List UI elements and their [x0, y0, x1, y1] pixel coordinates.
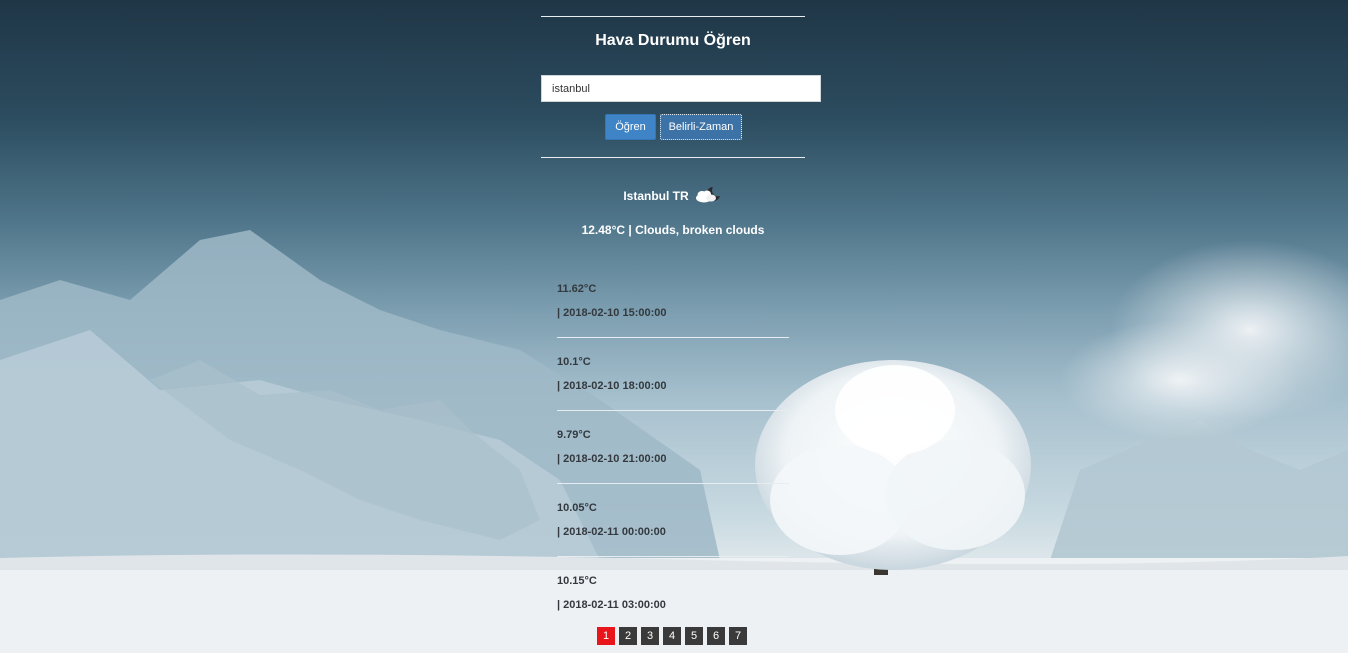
forecast-temp: 9.79°C: [557, 429, 591, 441]
current-summary: 12.48°C | Clouds, broken clouds: [581, 223, 765, 237]
forecast-item: 11.62°C | 2018-02-10 15:00:00: [557, 283, 789, 356]
forecast-time: | 2018-02-10 18:00:00: [557, 380, 667, 392]
forecast-divider: [557, 410, 789, 411]
forecast-time: | 2018-02-11 00:00:00: [557, 526, 666, 538]
forecast-time: | 2018-02-10 15:00:00: [557, 307, 667, 319]
forecast-divider: [557, 483, 789, 484]
current-city: Istanbul TR: [541, 184, 805, 207]
page-1-button[interactable]: 1: [597, 627, 615, 645]
middle-divider: [541, 157, 805, 158]
forecast-time: | 2018-02-11 03:00:00: [557, 599, 666, 611]
page-title: Hava Durumu Öğren: [595, 32, 751, 49]
page-3-button[interactable]: 3: [641, 627, 659, 645]
forecast-divider: [557, 556, 789, 557]
forecast-temp: 10.15°C: [557, 575, 597, 587]
page-5-button[interactable]: 5: [685, 627, 703, 645]
pagination: 1 2 3 4 5 6 7: [597, 627, 747, 645]
forecast-temp: 11.62°C: [557, 283, 597, 295]
top-divider: [541, 16, 805, 17]
forecast-divider: [557, 337, 789, 338]
specific-time-button[interactable]: Belirli-Zaman: [660, 114, 742, 140]
city-search-field[interactable]: [541, 75, 821, 102]
city-search-input[interactable]: [542, 76, 812, 101]
forecast-item: 10.05°C | 2018-02-11 00:00:00: [557, 502, 789, 575]
page-2-button[interactable]: 2: [619, 627, 637, 645]
forecast-time: | 2018-02-10 21:00:00: [557, 453, 667, 465]
forecast-item: 9.79°C | 2018-02-10 21:00:00: [557, 429, 789, 502]
cloud-moon-icon: [693, 184, 723, 207]
learn-button[interactable]: Öğren: [605, 114, 656, 140]
weather-panel: Hava Durumu Öğren Öğren Belirli-Zaman Is…: [541, 0, 821, 653]
page-7-button[interactable]: 7: [729, 627, 747, 645]
forecast-temp: 10.05°C: [557, 502, 597, 514]
city-name: Istanbul TR: [623, 188, 689, 203]
page-6-button[interactable]: 6: [707, 627, 725, 645]
page-4-button[interactable]: 4: [663, 627, 681, 645]
forecast-item: 10.1°C | 2018-02-10 18:00:00: [557, 356, 789, 429]
forecast-temp: 10.1°C: [557, 356, 591, 368]
